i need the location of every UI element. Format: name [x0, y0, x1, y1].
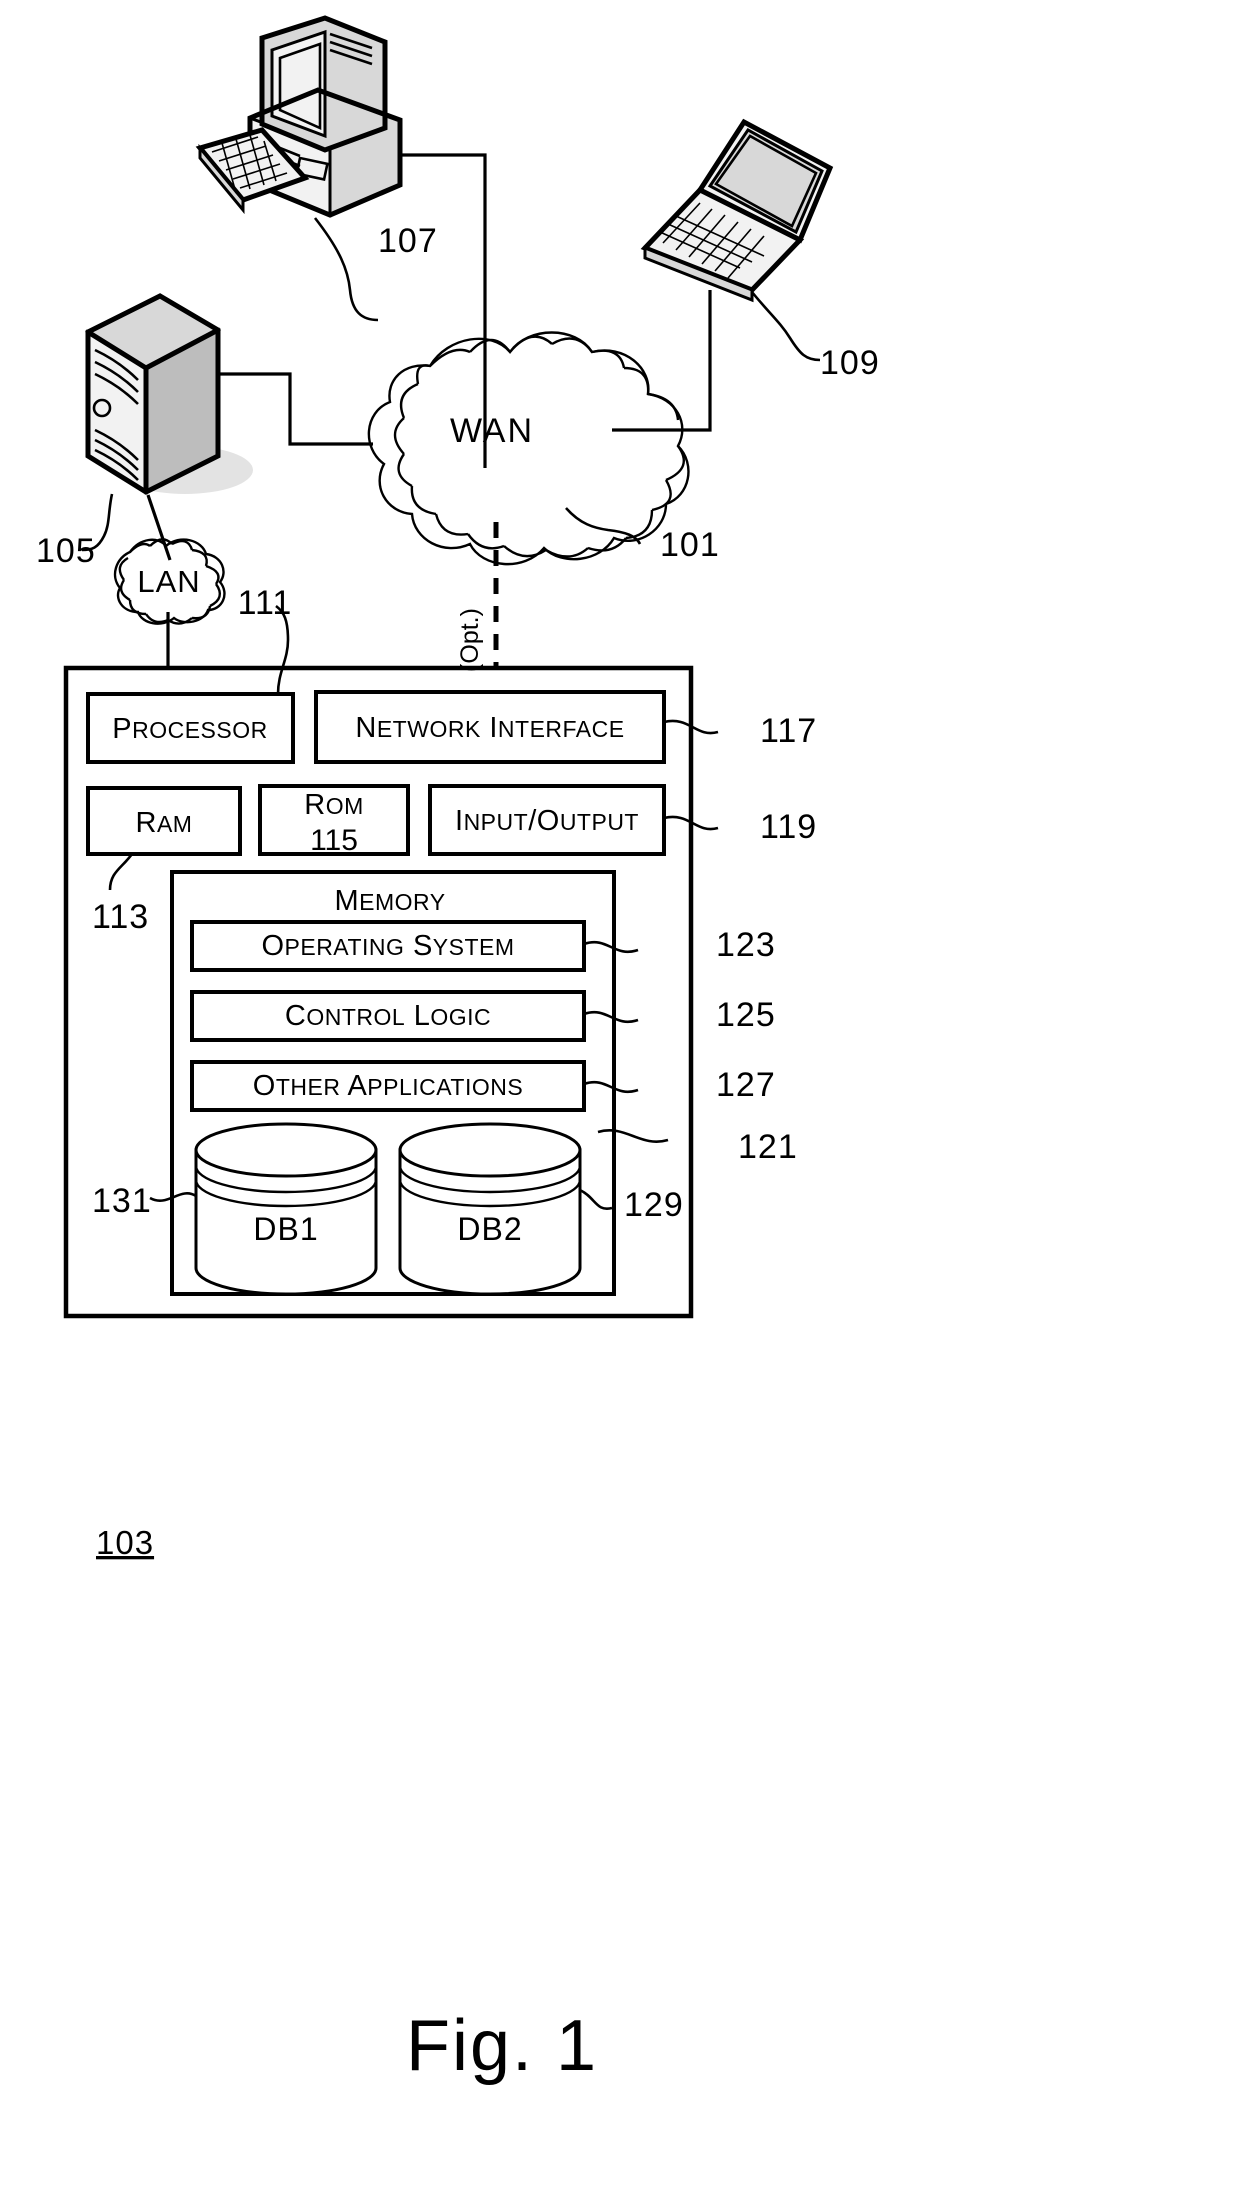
- ref-label-129: 129: [624, 1186, 684, 1224]
- ref-label-131: 131: [92, 1182, 152, 1220]
- optional-link-label: (Opt.): [456, 608, 484, 672]
- db2-label: DB2: [457, 1211, 522, 1247]
- control-logic-label: CONTROL LOGIC: [285, 1000, 491, 1032]
- ref-label-121: 121: [738, 1128, 798, 1166]
- ref-label-127: 127: [716, 1066, 776, 1104]
- ram-label: RAM: [136, 807, 193, 839]
- ref-label-123: 123: [716, 926, 776, 964]
- block-rom: ROM 115: [258, 784, 410, 857]
- ref-label-107: 107: [378, 222, 438, 260]
- block-network-interface: NETWORK INTERFACE: [314, 690, 666, 764]
- rom-label: ROM: [304, 789, 364, 821]
- database-db2: DB2: [398, 1122, 582, 1296]
- block-input-output: INPUT/OUTPUT: [428, 784, 666, 856]
- lan-label: LAN: [137, 564, 200, 599]
- block-control-logic: CONTROL LOGIC: [190, 990, 586, 1042]
- ref-label-109: 109: [820, 344, 880, 382]
- block-operating-system: OPERATING SYSTEM: [190, 920, 586, 972]
- ref-label-103: 103: [96, 1524, 154, 1561]
- patent-figure-1: 107 109 105 WAN 101 (Opt.) LAN 103 PROCE…: [0, 0, 1240, 2200]
- ref-label-105: 105: [36, 532, 96, 570]
- block-other-applications: OTHER APPLICATIONS: [190, 1060, 586, 1112]
- database-db1: DB1: [194, 1122, 378, 1296]
- figure-canvas: 107 109 105 WAN 101 (Opt.) LAN 103 PROCE…: [0, 0, 1240, 2200]
- input-output-label: INPUT/OUTPUT: [455, 805, 639, 837]
- block-ram: RAM: [86, 786, 242, 856]
- block-processor: PROCESSOR: [86, 692, 295, 764]
- memory-box: MEMORY OPERATING SYSTEM CONTROL LOGIC OT…: [170, 870, 616, 1296]
- ref-label-111: 111: [238, 584, 293, 622]
- ref-label-117: 117: [760, 712, 817, 750]
- ref-label-125: 125: [716, 996, 776, 1034]
- ref-label-113: 113: [92, 898, 149, 936]
- ref-label-119: 119: [760, 808, 817, 846]
- db1-label: DB1: [253, 1211, 318, 1247]
- other-applications-label: OTHER APPLICATIONS: [253, 1070, 523, 1102]
- memory-label: MEMORY: [334, 885, 445, 917]
- network-interface-label: NETWORK INTERFACE: [355, 712, 624, 744]
- processor-label: PROCESSOR: [112, 713, 267, 745]
- ref-label-115: 115: [310, 824, 358, 857]
- wan-label: WAN: [450, 412, 534, 450]
- ref-label-101: 101: [660, 526, 720, 564]
- figure-caption: Fig. 1: [406, 2006, 598, 2086]
- operating-system-label: OPERATING SYSTEM: [261, 930, 514, 962]
